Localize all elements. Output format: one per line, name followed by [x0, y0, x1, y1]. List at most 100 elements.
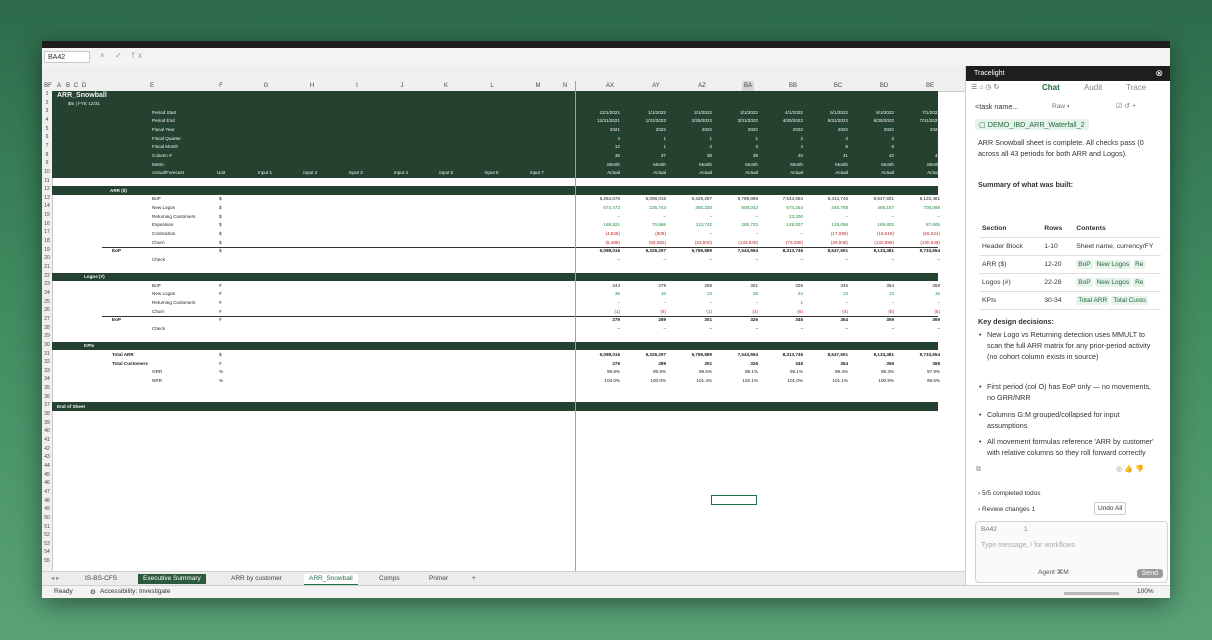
row-header[interactable]: 31 — [42, 351, 52, 357]
sheet-tab[interactable]: IS-BS-CFS — [80, 574, 122, 584]
row-header[interactable]: 23 — [42, 281, 52, 287]
column-header-bb[interactable]: BB — [787, 81, 799, 91]
row-header[interactable]: 39 — [42, 420, 52, 426]
sheet-tab[interactable]: Comps — [374, 574, 405, 584]
file-chip[interactable]: ▢ DEMO_IBD_ARR_Waterfall_2 — [975, 119, 1089, 130]
column-header-i[interactable]: I — [351, 81, 363, 91]
message-input[interactable]: Type message, / for workflows — [981, 540, 1075, 551]
row-header[interactable]: 54 — [42, 549, 52, 555]
column-header-e[interactable]: E — [146, 81, 158, 91]
raw-toggle[interactable]: Raw ◐ — [1052, 101, 1071, 112]
row-header[interactable]: 6 — [42, 134, 52, 140]
row-header[interactable]: 36 — [42, 394, 52, 400]
tab-nav-icon[interactable]: ◂ ▸ — [46, 574, 64, 584]
column-header-az[interactable]: AZ — [696, 81, 708, 91]
row-header[interactable]: 42 — [42, 446, 52, 452]
column-header-ax[interactable]: AX — [604, 81, 616, 91]
row-header[interactable]: 41 — [42, 437, 52, 443]
row-header[interactable]: 44 — [42, 463, 52, 469]
agent-selector[interactable]: Agent ⌘M — [1038, 567, 1069, 578]
sheet-tab[interactable]: ARR_Snowball — [304, 574, 358, 585]
column-header-d[interactable]: D — [78, 81, 90, 91]
row-header[interactable]: 53 — [42, 541, 52, 547]
feedback-icons[interactable]: ◎ 👍 👎 — [1116, 463, 1144, 474]
row-header[interactable]: 51 — [42, 524, 52, 530]
row-header[interactable]: 26 — [42, 307, 52, 313]
row-header[interactable]: 21 — [42, 264, 52, 270]
row-header[interactable]: 11 — [42, 178, 52, 184]
column-header-k[interactable]: K — [440, 81, 452, 91]
column-header-n[interactable]: N — [559, 81, 571, 91]
row-header[interactable]: 43 — [42, 454, 52, 460]
tab-chat[interactable]: Chat — [1042, 83, 1060, 92]
column-header-j[interactable]: J — [396, 81, 408, 91]
message-composer[interactable]: BA42 1 Type message, / for workflows Age… — [975, 521, 1168, 583]
add-sheet-button[interactable]: + — [467, 574, 481, 584]
column-header-ay[interactable]: AY — [650, 81, 662, 91]
composer-cell-ref[interactable]: BA42 — [981, 524, 997, 535]
column-header-m[interactable]: M — [532, 81, 544, 91]
task-name[interactable]: <task name... — [975, 101, 1018, 112]
column-header-ba[interactable]: BA — [742, 81, 754, 91]
row-header[interactable]: 1 — [42, 91, 52, 97]
row-header[interactable]: 33 — [42, 368, 52, 374]
review-row[interactable]: › Review changes 1 — [978, 504, 1035, 515]
row-header[interactable]: 4 — [42, 117, 52, 123]
row-header[interactable]: 15 — [42, 212, 52, 218]
row-header[interactable]: 28 — [42, 325, 52, 331]
column-header-bf[interactable]: BF — [42, 81, 54, 91]
row-header[interactable]: 3 — [42, 108, 52, 114]
row-header[interactable]: 47 — [42, 489, 52, 495]
row-header[interactable]: 45 — [42, 472, 52, 478]
row-header[interactable]: 24 — [42, 290, 52, 296]
column-header-be[interactable]: BE — [924, 81, 936, 91]
row-header[interactable]: 55 — [42, 558, 52, 564]
tab-trace[interactable]: Trace — [1126, 83, 1146, 92]
row-header[interactable]: 13 — [42, 195, 52, 201]
row-header[interactable]: 34 — [42, 376, 52, 382]
column-header-g[interactable]: G — [260, 81, 272, 91]
row-header[interactable]: 52 — [42, 532, 52, 538]
column-header-l[interactable]: L — [486, 81, 498, 91]
zoom-slider[interactable] — [1064, 592, 1119, 595]
tab-audit[interactable]: Audit — [1084, 83, 1102, 92]
spreadsheet-grid[interactable]: A B C D E F G H I J K L M N AX AY AZ BA BB BC BD BE BF 1234567… — [42, 81, 965, 571]
row-header[interactable]: 18 — [42, 238, 52, 244]
row-header[interactable]: 37 — [42, 402, 52, 408]
column-header-bd[interactable]: BD — [878, 81, 890, 91]
row-header[interactable]: 25 — [42, 299, 52, 305]
column-header-bc[interactable]: BC — [832, 81, 844, 91]
todos-row[interactable]: › 5/5 completed todos — [978, 488, 1041, 499]
sheet-tab[interactable]: ARR by customer — [226, 574, 287, 584]
name-box[interactable]: BA42 — [44, 51, 90, 63]
row-header[interactable]: 9 — [42, 160, 52, 166]
row-header[interactable]: 19 — [42, 247, 52, 253]
row-header[interactable]: 22 — [42, 273, 52, 279]
sheet-tab[interactable]: Primer — [424, 574, 453, 584]
row-header[interactable]: 12 — [42, 186, 52, 192]
sheet-tab[interactable]: Executive Summary — [138, 574, 206, 584]
row-header[interactable]: 7 — [42, 143, 52, 149]
row-header[interactable]: 29 — [42, 333, 52, 339]
selected-cell[interactable] — [711, 495, 757, 505]
row-header[interactable]: 46 — [42, 480, 52, 486]
row-header[interactable]: 38 — [42, 411, 52, 417]
row-header[interactable]: 10 — [42, 169, 52, 175]
accessibility-status[interactable]: Accessibility: Investigate — [100, 588, 170, 595]
undo-all-button[interactable]: Undo All — [1094, 502, 1127, 515]
row-header[interactable]: 48 — [42, 498, 52, 504]
row-header[interactable]: 17 — [42, 229, 52, 235]
row-header[interactable]: 50 — [42, 515, 52, 521]
row-header[interactable]: 16 — [42, 221, 52, 227]
column-header-h[interactable]: H — [306, 81, 318, 91]
zoom-level[interactable]: 100% — [1137, 588, 1154, 595]
row-header[interactable]: 49 — [42, 506, 52, 512]
send-button[interactable]: Send — [1136, 569, 1163, 578]
column-header-f[interactable]: F — [215, 81, 227, 91]
row-header[interactable]: 5 — [42, 126, 52, 132]
row-header[interactable]: 35 — [42, 385, 52, 391]
row-header[interactable]: 27 — [42, 316, 52, 322]
close-icon[interactable]: ⊗ — [1155, 66, 1163, 81]
row-header[interactable]: 8 — [42, 152, 52, 158]
row-header[interactable]: 40 — [42, 428, 52, 434]
